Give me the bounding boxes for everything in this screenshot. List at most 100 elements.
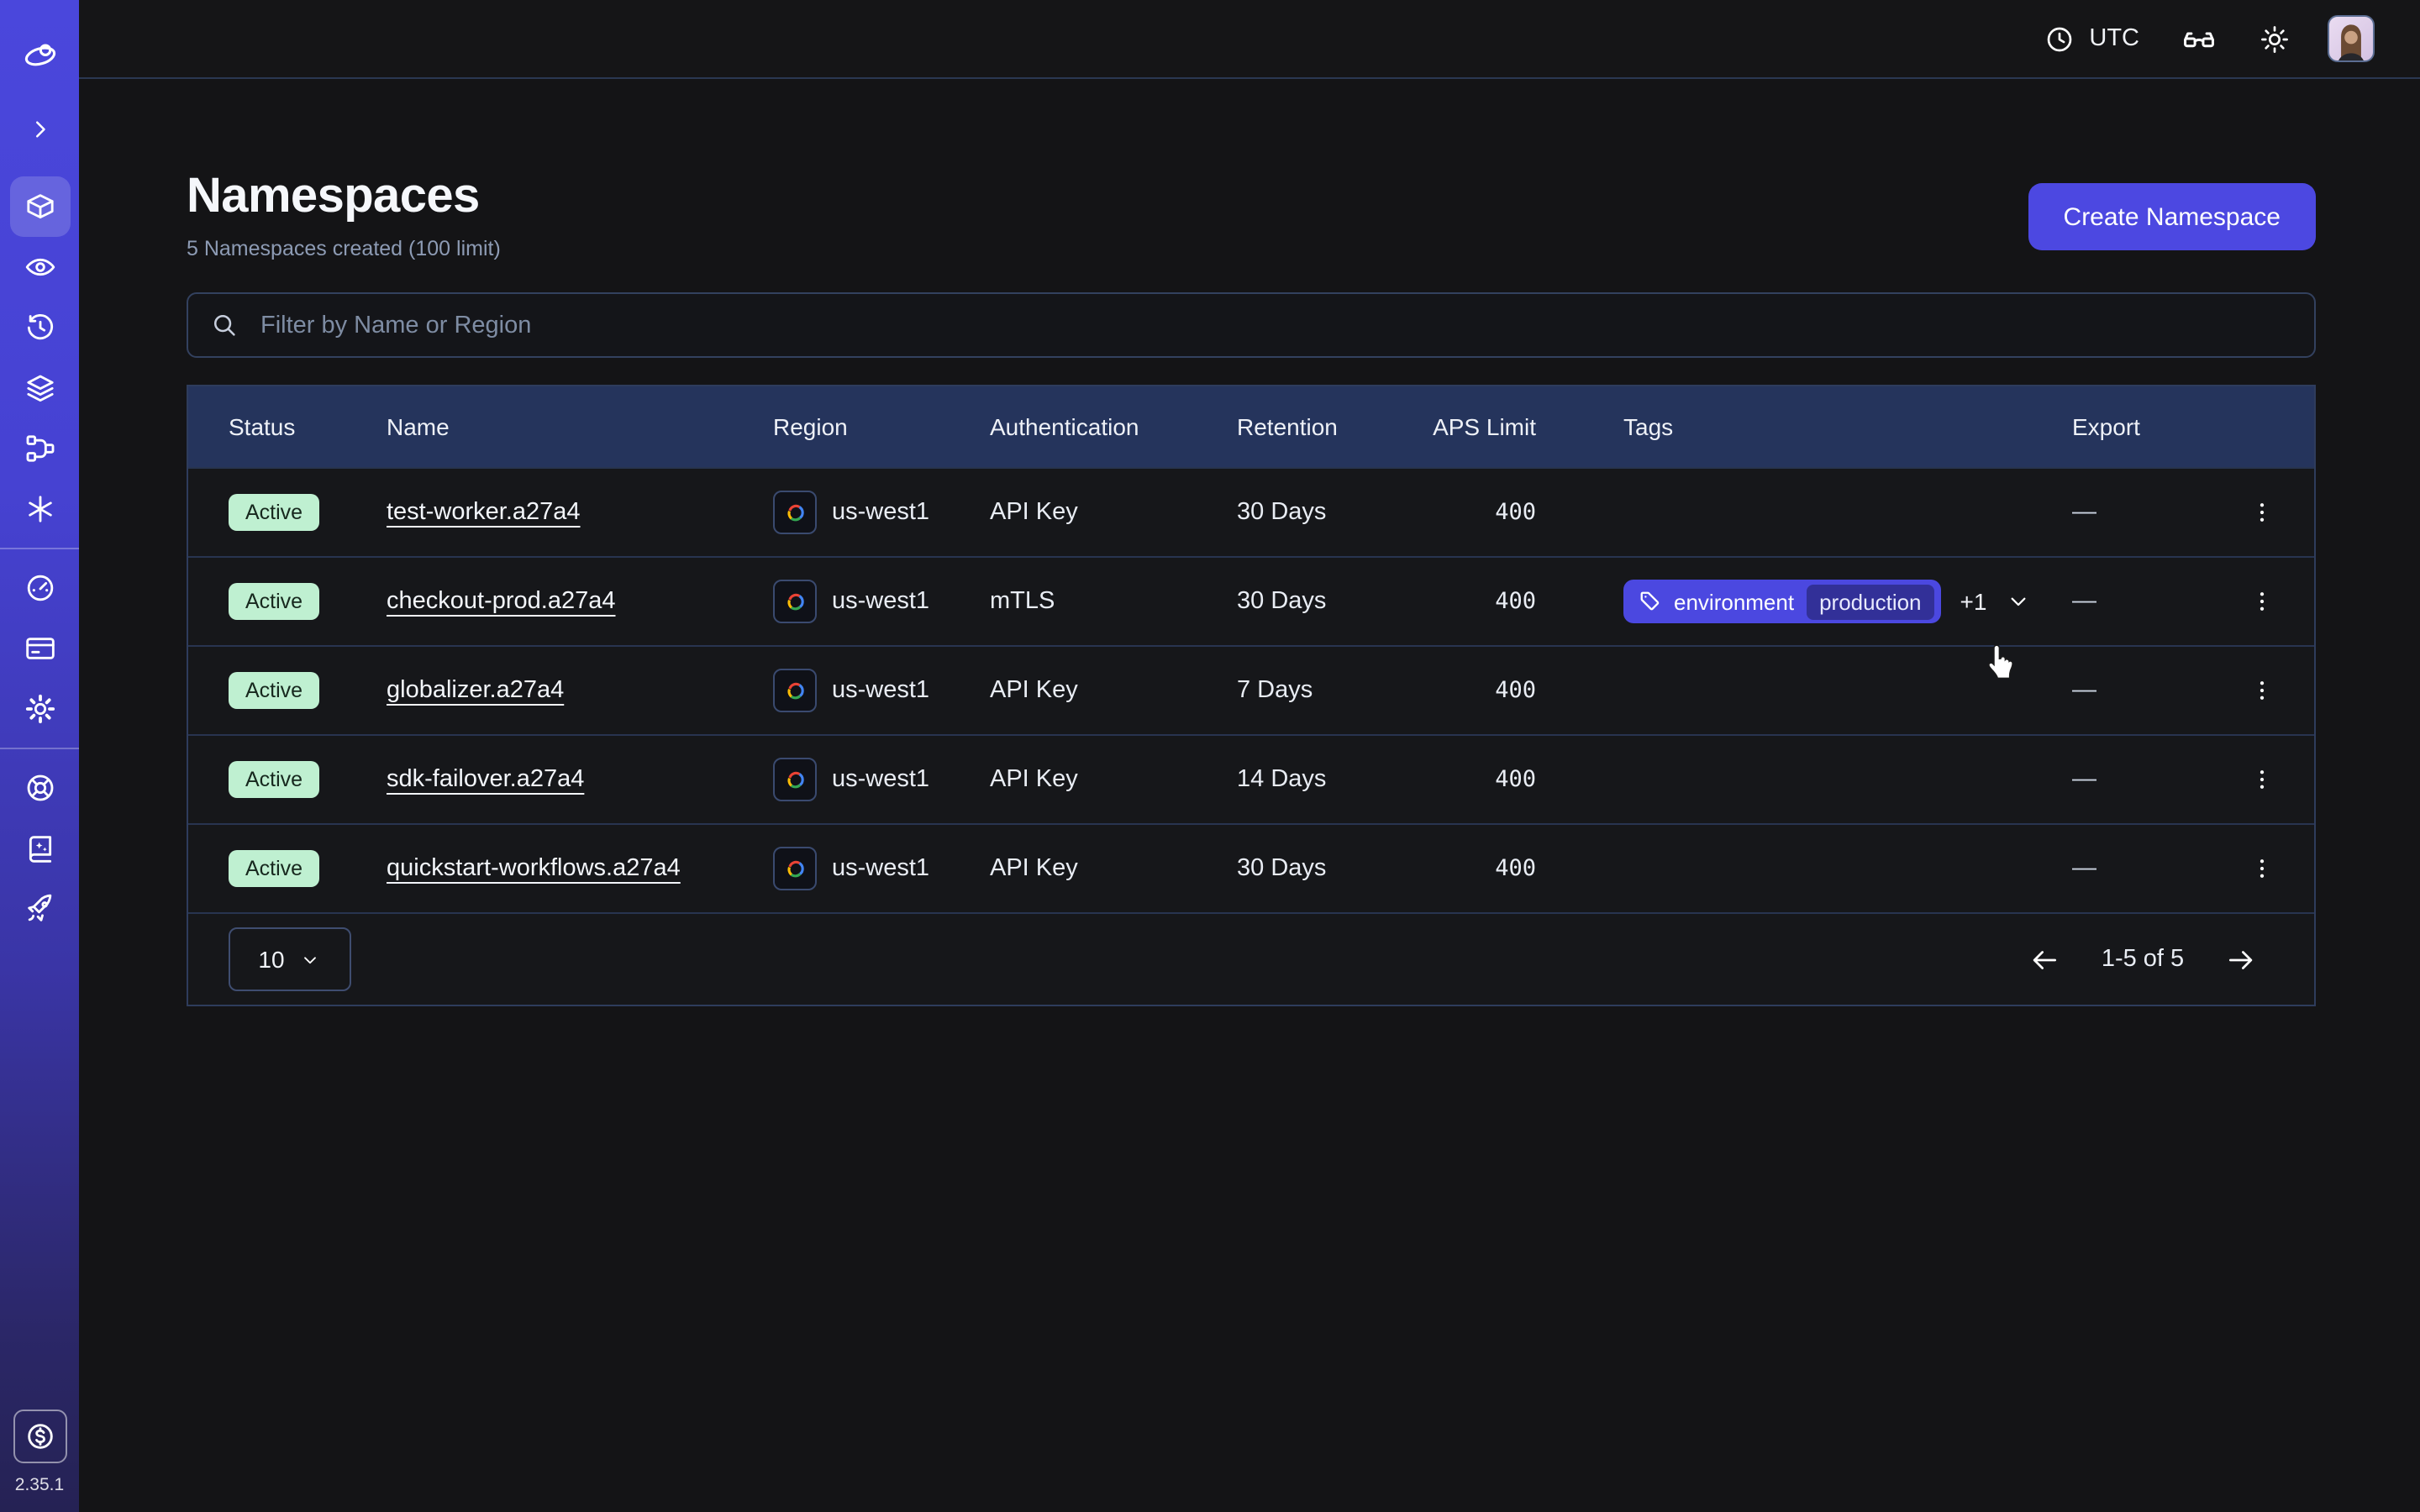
user-avatar[interactable] <box>2328 15 2375 62</box>
aps-limit-value: 400 <box>1428 855 1623 882</box>
auth-method: mTLS <box>990 588 1237 615</box>
retention-value: 30 Days <box>1237 855 1428 882</box>
auth-method: API Key <box>990 766 1237 793</box>
namespace-link[interactable]: checkout-prod.a27a4 <box>387 588 616 615</box>
export-value: — <box>2072 588 2220 615</box>
namespace-link[interactable]: sdk-failover.a27a4 <box>387 766 584 793</box>
layers-icon <box>23 371 56 405</box>
chevron-down-icon[interactable] <box>2005 588 2032 615</box>
topbar: UTC <box>79 0 2420 79</box>
region-label: us-west1 <box>832 588 929 615</box>
namespace-link[interactable]: quickstart-workflows.a27a4 <box>387 855 681 882</box>
badge-dollar-icon <box>23 1420 56 1453</box>
row-actions-button[interactable] <box>2237 840 2287 897</box>
tag-badge[interactable]: environment production <box>1623 580 1942 623</box>
clock-icon <box>2044 23 2075 55</box>
auth-method: API Key <box>990 855 1237 882</box>
status-badge: Active <box>229 761 319 798</box>
sidebar-item-deployments[interactable] <box>9 358 70 418</box>
sun-icon <box>2259 23 2291 55</box>
next-page-button[interactable] <box>2225 943 2257 975</box>
tag-icon <box>1639 590 1662 613</box>
tags-more-count[interactable]: +1 <box>1960 588 1987 615</box>
sidebar-item-docs[interactable] <box>9 818 70 879</box>
sidebar-item-workflows[interactable] <box>9 418 70 479</box>
sidebar-item-nexus[interactable] <box>9 479 70 539</box>
export-value: — <box>2072 677 2220 704</box>
region-label: us-west1 <box>832 677 929 704</box>
column-header-authentication: Authentication <box>990 413 1237 440</box>
retention-value: 7 Days <box>1237 677 1428 704</box>
aps-limit-value: 400 <box>1428 499 1623 526</box>
credits-button[interactable] <box>13 1410 66 1463</box>
sidebar-item-usage[interactable] <box>9 558 70 618</box>
namespace-link[interactable]: test-worker.a27a4 <box>387 499 581 526</box>
table-row: Active sdk-failover.a27a4 us-west1 API K… <box>188 734 2314 823</box>
retention-value: 14 Days <box>1237 766 1428 793</box>
sidebar-item-settings[interactable] <box>9 679 70 739</box>
asterisk-icon <box>23 492 56 526</box>
sidebar-item-monitors[interactable] <box>9 237 70 297</box>
theme-toggle-button[interactable] <box>2259 23 2291 55</box>
tags-group: environment production +1 <box>1623 580 2072 623</box>
sidebar: 2.35.1 <box>0 0 79 1512</box>
sidebar-item-support[interactable] <box>9 758 70 818</box>
column-header-aps-limit: APS Limit <box>1428 413 1623 440</box>
table-row: Active globalizer.a27a4 us-west1 API Key… <box>188 645 2314 734</box>
column-header-export: Export <box>2072 413 2220 440</box>
gcp-cloud-icon <box>773 491 817 534</box>
labs-toggle-button[interactable] <box>2181 21 2217 56</box>
row-actions-button[interactable] <box>2237 662 2287 719</box>
table-header: Status Name Region Authentication Retent… <box>188 386 2314 467</box>
gauge-icon <box>23 571 56 605</box>
row-actions-button[interactable] <box>2237 573 2287 630</box>
retention-value: 30 Days <box>1237 588 1428 615</box>
book-sparkle-icon <box>23 832 56 865</box>
row-actions-button[interactable] <box>2237 751 2287 808</box>
cube-icon <box>23 190 56 223</box>
region-label: us-west1 <box>832 766 929 793</box>
temporal-logo-icon <box>21 37 58 74</box>
sidebar-item-home[interactable] <box>9 25 70 86</box>
timezone-selector[interactable]: UTC <box>2044 23 2139 55</box>
filter-input[interactable] <box>257 310 2294 340</box>
aps-limit-value: 400 <box>1428 588 1623 615</box>
sidebar-divider <box>0 548 79 549</box>
main-content: Namespaces 5 Namespaces created (100 lim… <box>187 79 2316 1006</box>
tag-key: environment <box>1674 589 1794 614</box>
status-badge: Active <box>229 672 319 709</box>
pagination-bar: 10 1-5 of 5 <box>188 912 2314 1005</box>
namespace-link[interactable]: globalizer.a27a4 <box>387 677 564 704</box>
lifebuoy-icon <box>23 771 56 805</box>
sidebar-divider <box>0 748 79 749</box>
gcp-cloud-icon <box>773 758 817 801</box>
avatar-silhouette <box>2329 20 2373 62</box>
auth-method: API Key <box>990 499 1237 526</box>
history-clock-icon <box>23 311 56 344</box>
page-title: Namespaces <box>187 168 501 225</box>
sidebar-collapse-button[interactable] <box>9 99 70 160</box>
create-namespace-button[interactable]: Create Namespace <box>2028 183 2316 250</box>
column-header-name: Name <box>387 413 773 440</box>
previous-page-button[interactable] <box>2028 943 2060 975</box>
export-value: — <box>2072 855 2220 882</box>
region-label: us-west1 <box>832 499 929 526</box>
card-icon <box>23 632 56 665</box>
sidebar-item-namespaces[interactable] <box>9 176 70 237</box>
chevron-down-icon <box>300 948 322 970</box>
export-value: — <box>2072 499 2220 526</box>
sidebar-item-getting-started[interactable] <box>9 879 70 939</box>
row-actions-button[interactable] <box>2237 484 2287 541</box>
eye-icon <box>23 250 56 284</box>
table-row: Active test-worker.a27a4 us-west1 API Ke… <box>188 467 2314 556</box>
sidebar-item-schedules[interactable] <box>9 297 70 358</box>
chevron-right-icon <box>24 114 55 144</box>
filter-box <box>187 292 2316 358</box>
gcp-cloud-icon <box>773 580 817 623</box>
table-row: Active checkout-prod.a27a4 us-west1 mTLS… <box>188 556 2314 645</box>
sidebar-item-billing[interactable] <box>9 618 70 679</box>
page-size-select[interactable]: 10 <box>229 927 351 991</box>
auth-method: API Key <box>990 677 1237 704</box>
app-version: 2.35.1 <box>15 1475 64 1495</box>
timezone-label: UTC <box>2089 25 2139 52</box>
